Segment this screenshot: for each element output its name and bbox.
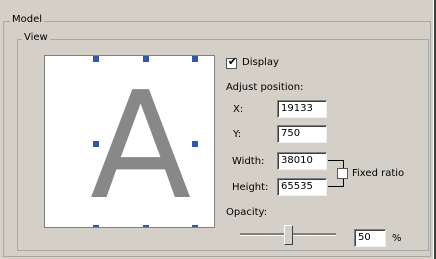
opacity-unit: % <box>392 233 402 244</box>
opacity-input[interactable]: 50 <box>354 229 386 247</box>
view-group-label: View <box>22 32 50 44</box>
checkmark-icon: ✔ <box>227 55 238 68</box>
resize-handle-bottom-center[interactable] <box>143 225 149 227</box>
adjust-position-label: Adjust position: <box>226 82 304 93</box>
fixed-ratio-checkbox[interactable] <box>337 168 348 179</box>
fixed-ratio-label[interactable]: Fixed ratio <box>352 168 404 179</box>
resize-handle-top-left[interactable] <box>93 56 99 62</box>
ratio-link-bracket-top <box>328 160 344 161</box>
preview-letter: A <box>90 60 192 228</box>
resize-handle-bottom-right[interactable] <box>192 225 198 227</box>
display-label[interactable]: Display <box>242 57 279 68</box>
height-input[interactable]: 65535 <box>277 178 327 196</box>
model-group-label: Model <box>10 14 45 26</box>
opacity-slider-thumb[interactable] <box>283 225 293 245</box>
display-checkbox[interactable]: ✔ <box>226 55 238 69</box>
x-input[interactable]: 19133 <box>277 100 327 118</box>
ratio-link-bracket-bottom <box>328 186 344 187</box>
opacity-label: Opacity: <box>226 207 268 218</box>
y-label: Y: <box>233 129 242 140</box>
width-label: Width: <box>232 156 265 167</box>
resize-handle-top-right[interactable] <box>192 56 198 62</box>
width-input[interactable]: 38010 <box>277 152 327 170</box>
resize-handle-middle-left[interactable] <box>93 141 99 147</box>
resize-handle-top-center[interactable] <box>143 56 149 62</box>
resize-handle-middle-right[interactable] <box>192 141 198 147</box>
height-label: Height: <box>232 182 269 193</box>
y-input[interactable]: 750 <box>277 125 327 143</box>
x-label: X: <box>233 104 244 115</box>
resize-handle-bottom-left[interactable] <box>93 225 99 227</box>
preview-canvas[interactable]: A <box>44 55 215 228</box>
